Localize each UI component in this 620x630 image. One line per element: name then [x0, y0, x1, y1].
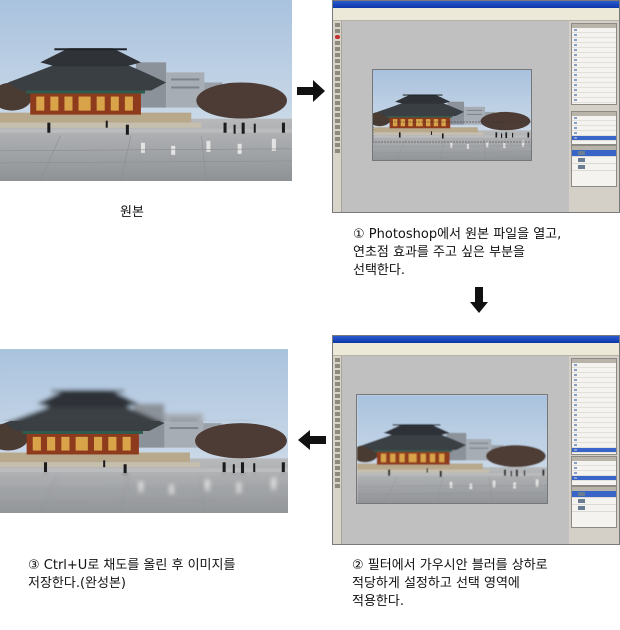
caption-original: 원본 — [120, 205, 144, 220]
title-bar — [333, 1, 619, 8]
actions-panel[interactable] — [571, 358, 617, 455]
toolbox[interactable] — [333, 356, 342, 544]
photoshop-window-step2 — [332, 335, 620, 545]
arrow-right-icon — [297, 80, 325, 102]
actions-panel[interactable] — [571, 23, 617, 105]
panels-dock — [569, 356, 619, 544]
options-bar — [333, 13, 619, 21]
history-panel[interactable] — [571, 456, 617, 486]
history-panel[interactable] — [571, 111, 617, 145]
final-photo — [0, 349, 288, 513]
layers-panel[interactable] — [571, 486, 617, 528]
canvas-area[interactable] — [342, 356, 569, 544]
caption-step1: ① Photoshop에서 원본 파일을 열고, 연초점 효과를 주고 싶은 부… — [353, 227, 562, 278]
options-bar — [333, 348, 619, 356]
document-image[interactable] — [372, 69, 532, 161]
toolbox[interactable] — [333, 21, 342, 212]
title-bar — [333, 336, 619, 343]
caption-step2: ② 필터에서 가우시안 블러를 상하로 적당하게 설정하고 선택 영역에 적용한… — [352, 558, 548, 609]
document-image[interactable] — [356, 394, 548, 504]
layers-panel[interactable] — [571, 145, 617, 187]
photoshop-window-step1 — [332, 0, 620, 213]
original-photo — [0, 0, 292, 181]
canvas-area[interactable] — [342, 21, 569, 212]
arrow-down-icon — [470, 287, 488, 313]
caption-step3: ③ Ctrl+U로 채도를 올린 후 이미지를 저장한다.(완성본) — [28, 558, 236, 591]
arrow-left-icon — [298, 430, 326, 450]
panels-dock — [569, 21, 619, 212]
